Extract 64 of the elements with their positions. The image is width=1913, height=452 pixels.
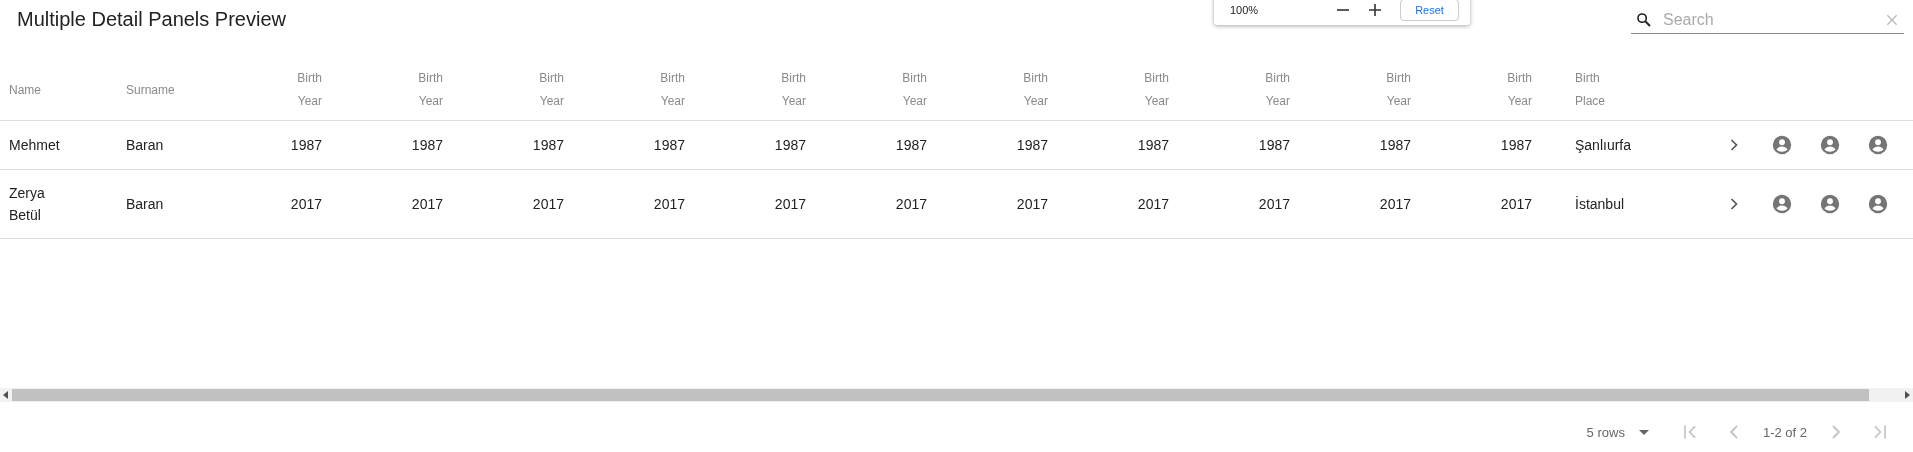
search-field[interactable]: Search xyxy=(1661,9,1876,30)
column-header: Birth Year xyxy=(1023,70,1048,110)
column-header: Birth Year xyxy=(902,70,927,110)
dropdown-icon xyxy=(1638,429,1649,435)
table-cell-text: 1987 xyxy=(1016,136,1048,155)
table-cell-text: 2017 xyxy=(532,195,564,214)
horizontal-scrollbar[interactable] xyxy=(0,388,1913,402)
table-cell-text: Şanlıurfa xyxy=(1575,136,1632,155)
account-icon[interactable] xyxy=(1819,134,1841,156)
table-cell-text: 1987 xyxy=(411,136,443,155)
rows-per-page-select[interactable]: 5 rows xyxy=(1586,424,1649,440)
next-page-icon xyxy=(1832,425,1840,439)
table-cell-text: Mehmet xyxy=(9,136,60,155)
table-cell-text: 1987 xyxy=(653,136,685,155)
account-icon[interactable] xyxy=(1771,193,1793,215)
table-cell-text: İstanbul xyxy=(1575,195,1625,214)
table-cell-text: 1987 xyxy=(1258,136,1290,155)
first-page-icon xyxy=(1683,425,1696,439)
account-icon[interactable] xyxy=(1771,134,1793,156)
column-header: Birth Year xyxy=(660,70,685,110)
table-cell-text: 2017 xyxy=(653,195,685,214)
column-header: Birth Year xyxy=(1386,70,1411,110)
table-cell-text: 1987 xyxy=(1137,136,1169,155)
reset-button[interactable]: Reset xyxy=(1400,0,1459,21)
table-cell-text: 2017 xyxy=(290,195,322,214)
table-cell-text: 2017 xyxy=(1379,195,1411,214)
table-cell-text: 1987 xyxy=(290,136,322,155)
table-cell-text: 2017 xyxy=(895,195,927,214)
last-page-icon xyxy=(1874,425,1886,439)
table-cell-text: Baran xyxy=(126,195,164,214)
scroll-left-icon[interactable] xyxy=(3,391,9,399)
column-header: Name xyxy=(9,81,41,99)
account-icon[interactable] xyxy=(1867,193,1889,215)
zoom-level: 100% xyxy=(1230,3,1259,16)
table-cell-text: 2017 xyxy=(1016,195,1048,214)
column-header: Birth Year xyxy=(781,70,806,110)
table-cell-text: 1987 xyxy=(1379,136,1411,155)
account-icon[interactable] xyxy=(1867,134,1889,156)
scroll-right-icon[interactable] xyxy=(1904,391,1910,399)
column-header: Birth Year xyxy=(1507,70,1532,110)
table-cell-text: 2017 xyxy=(1137,195,1169,214)
column-header: Birth Year xyxy=(1265,70,1290,110)
table-cell-text: 1987 xyxy=(774,136,806,155)
table-cell-text: 1987 xyxy=(532,136,564,155)
column-header: Birth Place xyxy=(1575,70,1605,110)
prev-page-icon xyxy=(1729,425,1738,439)
table-cell-text: 1987 xyxy=(895,136,927,155)
table-cell-text: 2017 xyxy=(774,195,806,214)
table-cell-text: 2017 xyxy=(1500,195,1532,214)
column-header: Birth Year xyxy=(539,70,564,110)
table-cell-text: 2017 xyxy=(411,195,443,214)
column-header: Birth Year xyxy=(297,70,322,110)
account-icon[interactable] xyxy=(1819,193,1841,215)
column-header: Birth Year xyxy=(1144,70,1169,110)
table-cell-text: Baran xyxy=(126,136,164,155)
page-title: Multiple Detail Panels Preview xyxy=(17,8,286,31)
table-cell-text: Zerya Betül xyxy=(9,184,45,225)
table-cell-text: 2017 xyxy=(1258,195,1290,214)
search-icon xyxy=(1635,10,1653,29)
column-header: Birth Year xyxy=(418,70,443,110)
plus-icon[interactable] xyxy=(1368,2,1383,17)
page-range: 1-2 of 2 xyxy=(1762,424,1807,440)
table-cell-text: 1987 xyxy=(1500,136,1532,155)
column-header: Surname xyxy=(126,81,175,99)
